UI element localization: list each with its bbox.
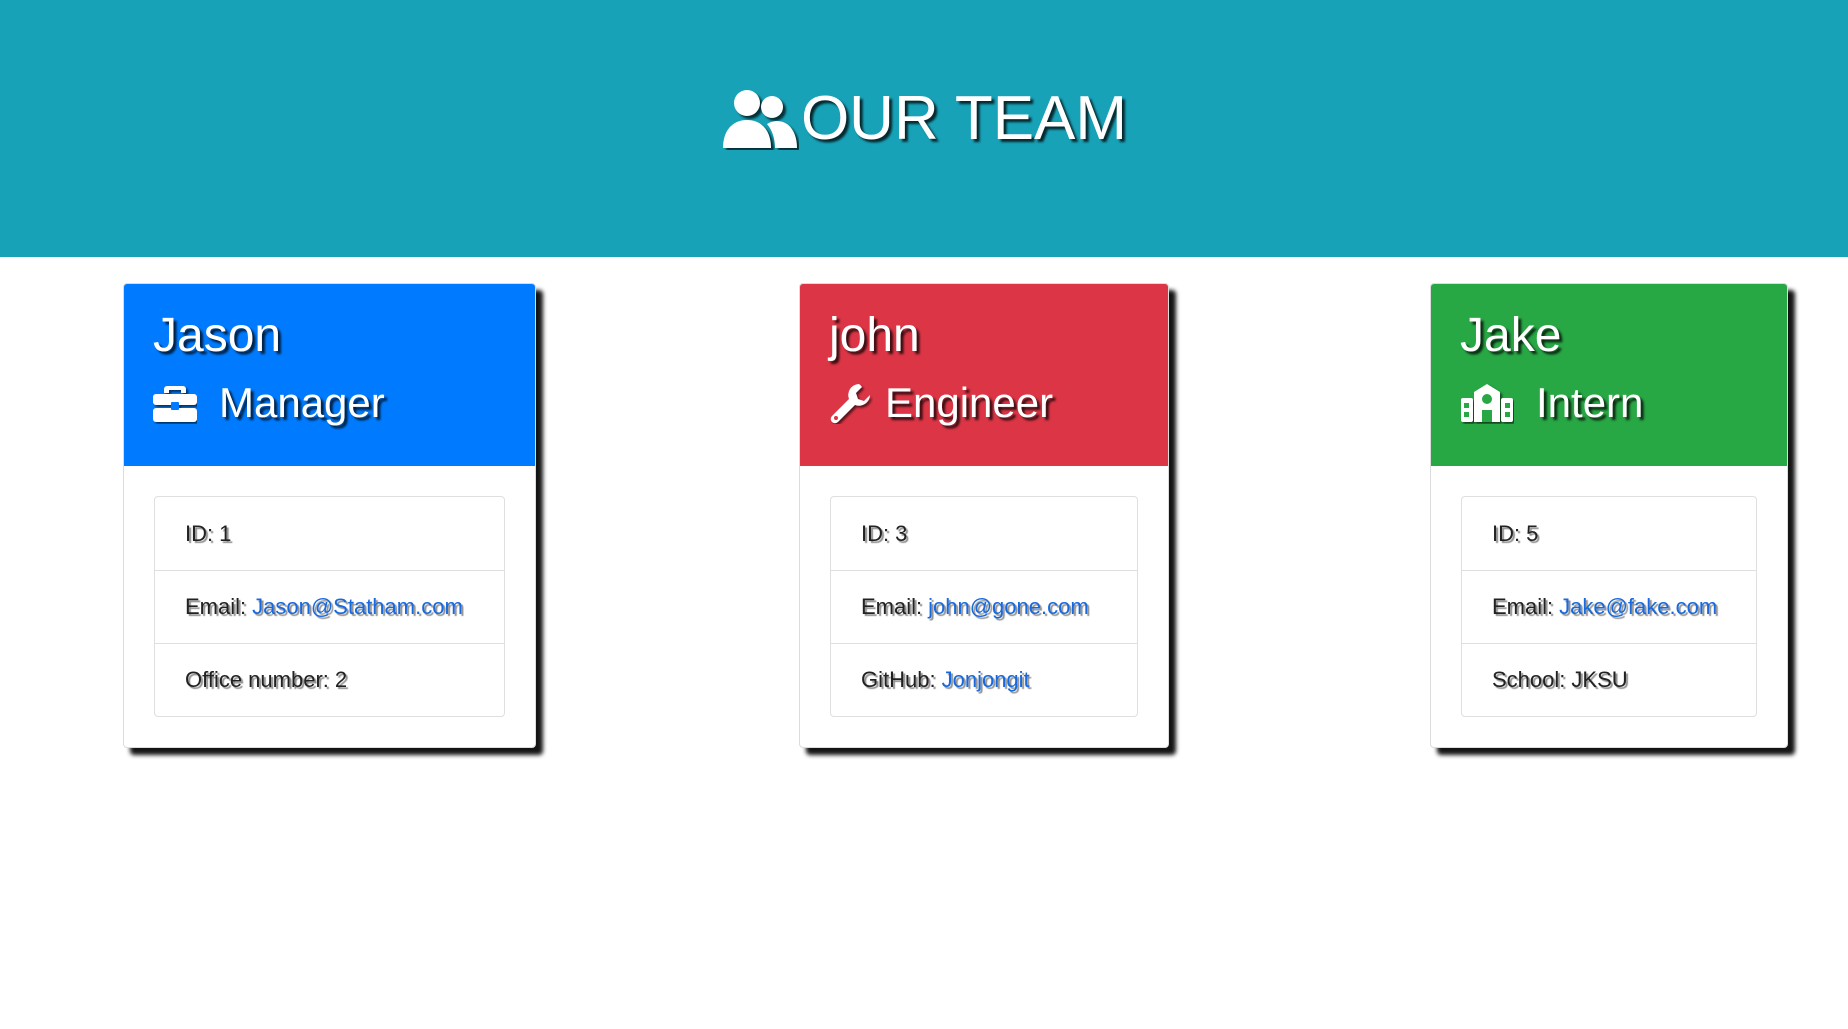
detail-value: 5 xyxy=(1526,520,1539,546)
detail-office-number: Office number: 2 xyxy=(155,643,504,716)
detail-value: JKSU xyxy=(1571,667,1628,692)
school-icon xyxy=(1461,384,1513,422)
detail-list: ID: 1 Email: Jason@Statham.com Office nu… xyxy=(154,496,505,717)
employee-role: Manager xyxy=(153,382,506,424)
detail-value: 1 xyxy=(219,520,232,546)
detail-label: Email: xyxy=(185,594,247,619)
detail-id: ID: 1 xyxy=(155,497,504,570)
detail-label: Office number: xyxy=(185,667,329,692)
detail-email: Email: john@gone.com xyxy=(831,570,1137,643)
detail-label: ID: xyxy=(1492,520,1521,546)
employee-name: john xyxy=(829,309,920,362)
email-link[interactable]: john@gone.com xyxy=(928,594,1089,620)
detail-label: Email: xyxy=(1492,594,1554,619)
detail-label: GitHub: xyxy=(861,667,936,692)
detail-label: ID: xyxy=(185,520,214,546)
email-link[interactable]: Jason@Statham.com xyxy=(252,594,463,620)
detail-github: GitHub: Jonjongit xyxy=(831,643,1137,716)
role-label: Engineer xyxy=(885,379,1054,426)
detail-email: Email: Jake@fake.com xyxy=(1462,570,1756,643)
detail-school: School: JKSU xyxy=(1462,643,1756,716)
card-header: Jason Manager xyxy=(124,284,535,466)
header-title-group: OUR TEAM xyxy=(721,83,1128,153)
card-body: ID: 3 Email: john@gone.com GitHub: Jonjo… xyxy=(800,466,1168,747)
wrench-icon xyxy=(830,384,870,424)
detail-label: ID: xyxy=(861,520,890,546)
role-label: Intern xyxy=(1536,379,1644,426)
detail-id: ID: 5 xyxy=(1462,497,1756,570)
card-body: ID: 5 Email: Jake@fake.com School: JKSU xyxy=(1431,466,1787,747)
detail-id: ID: 3 xyxy=(831,497,1137,570)
team-card-manager: Jason Manager ID: 1 Email: Jason@Statham… xyxy=(123,283,536,748)
card-header: Jake Intern xyxy=(1431,284,1787,466)
detail-label: School: xyxy=(1492,667,1566,692)
users-icon xyxy=(722,89,797,148)
team-card-engineer: john Engineer ID: 3 Email: john@gone.com… xyxy=(799,283,1169,748)
employee-name: Jake xyxy=(1460,309,1562,362)
github-link[interactable]: Jonjongit xyxy=(942,667,1030,693)
detail-list: ID: 3 Email: john@gone.com GitHub: Jonjo… xyxy=(830,496,1138,717)
page-title: OUR TEAM xyxy=(800,83,1128,153)
card-header: john Engineer xyxy=(800,284,1168,466)
employee-role: Intern xyxy=(1460,382,1758,424)
header-banner: OUR TEAM xyxy=(0,0,1848,257)
detail-value: 2 xyxy=(334,667,348,692)
employee-name: Jason xyxy=(153,309,282,362)
detail-list: ID: 5 Email: Jake@fake.com School: JKSU xyxy=(1461,496,1757,717)
detail-label: Email: xyxy=(861,594,923,619)
detail-email: Email: Jason@Statham.com xyxy=(155,570,504,643)
email-link[interactable]: Jake@fake.com xyxy=(1559,594,1717,620)
team-card-intern: Jake Intern ID: 5 Email: Jake@fake.com S… xyxy=(1430,283,1788,748)
card-body: ID: 1 Email: Jason@Statham.com Office nu… xyxy=(124,466,535,747)
employee-role: Engineer xyxy=(829,382,1139,424)
briefcase-icon xyxy=(153,386,197,422)
role-label: Manager xyxy=(219,379,385,426)
detail-value: 3 xyxy=(895,520,908,546)
